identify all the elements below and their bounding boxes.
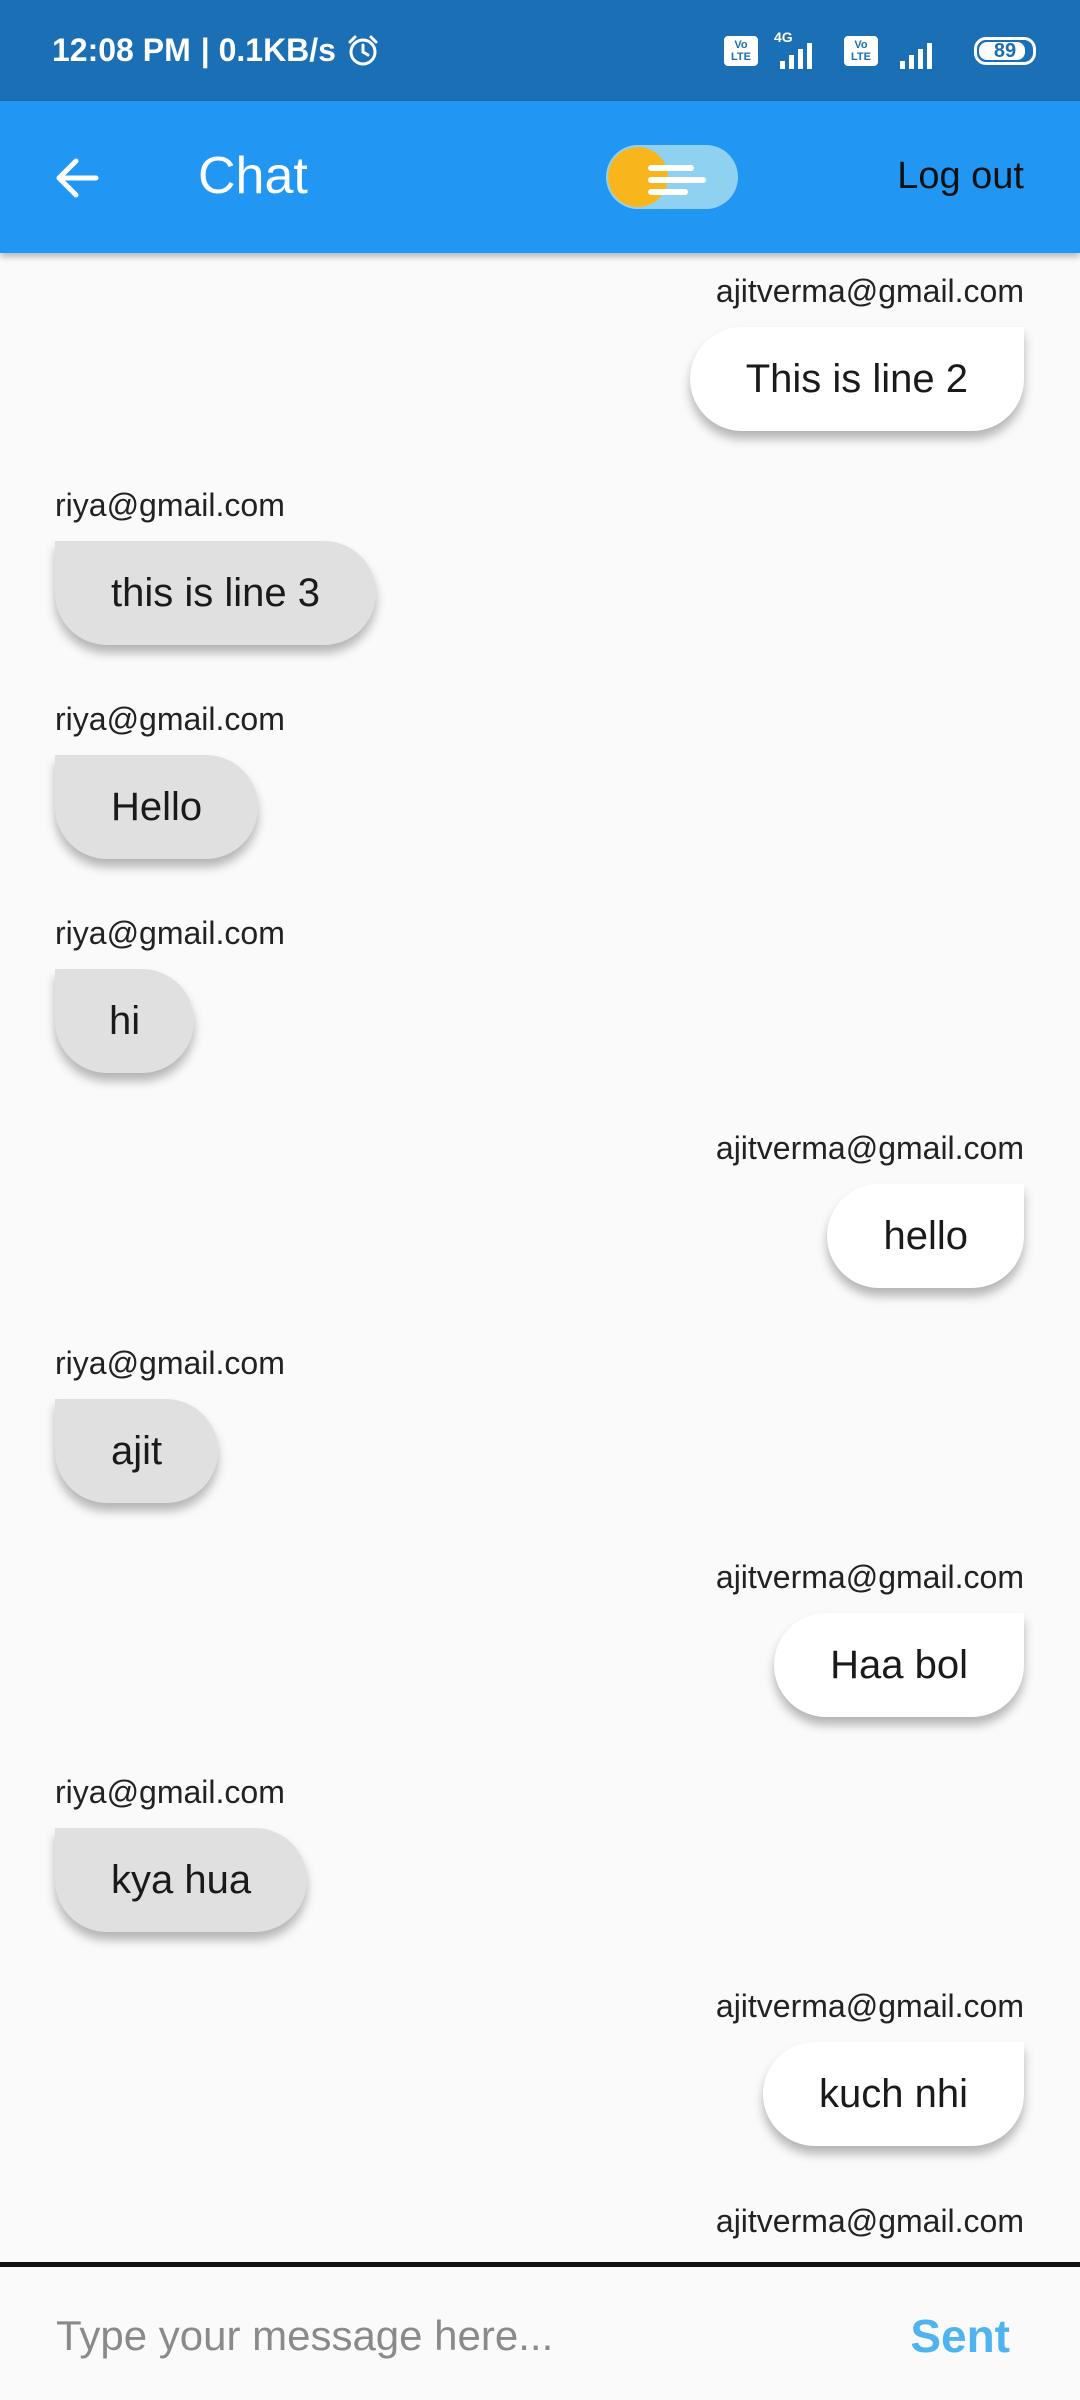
message-sender: riya@gmail.com bbox=[55, 915, 285, 951]
message-sender: riya@gmail.com bbox=[55, 1345, 285, 1381]
page-title: Chat bbox=[198, 147, 308, 205]
message-bubble: hi bbox=[55, 969, 195, 1073]
send-button[interactable]: Sent bbox=[910, 2309, 1010, 2363]
back-arrow-icon[interactable] bbox=[50, 151, 104, 205]
battery-level: 89 bbox=[993, 39, 1017, 62]
message-item: riya@gmail.com Hello bbox=[55, 699, 285, 859]
signal-icon: 4G bbox=[772, 29, 830, 71]
message-bubble: Hello bbox=[55, 755, 259, 859]
app-bar: Chat Log out bbox=[0, 101, 1080, 253]
message-bubble: kuch nhi bbox=[763, 2042, 1024, 2146]
status-time: 12:08 PM bbox=[52, 32, 191, 68]
volte-icon: Vo LTE bbox=[724, 35, 758, 66]
message-bubble: this is line 3 bbox=[55, 541, 376, 645]
message-item: riya@gmail.com ajit bbox=[55, 1343, 285, 1503]
message-item: riya@gmail.com hi bbox=[55, 913, 285, 1073]
signal-icon-2 bbox=[892, 31, 950, 71]
message-composer: Sent bbox=[0, 2262, 1080, 2400]
message-sender: ajitverma@gmail.com bbox=[715, 273, 1024, 309]
message-item: ajitverma@gmail.com Haa bol bbox=[716, 1557, 1024, 1717]
status-bar: 12:08 PM | 0.1KB/s Vo LTE 4G Vo LTE 89 bbox=[0, 0, 1080, 101]
message-item: ajitverma@gmail.com bbox=[716, 2201, 1024, 2241]
logout-button[interactable]: Log out bbox=[897, 155, 1024, 198]
alarm-icon bbox=[348, 35, 378, 65]
message-sender: riya@gmail.com bbox=[55, 1774, 285, 1810]
battery-icon: 89 bbox=[974, 36, 1036, 65]
message-bubble: hello bbox=[827, 1184, 1024, 1288]
message-input[interactable] bbox=[54, 2295, 838, 2377]
message-bubble: Haa bol bbox=[774, 1613, 1024, 1717]
message-sender: riya@gmail.com bbox=[55, 701, 285, 737]
message-item: ajitverma@gmail.com hello bbox=[716, 1128, 1024, 1288]
message-bubble: kya hua bbox=[55, 1828, 308, 1932]
message-sender: riya@gmail.com bbox=[55, 487, 285, 523]
message-item: riya@gmail.com kya hua bbox=[55, 1772, 308, 1932]
message-bubble: ajit bbox=[55, 1399, 219, 1503]
message-sender: ajitverma@gmail.com bbox=[715, 1988, 1024, 2024]
message-item: ajitverma@gmail.com kuch nhi bbox=[716, 1986, 1024, 2146]
volte-icon-2: Vo LTE bbox=[844, 35, 878, 66]
message-bubble: This is line 2 bbox=[689, 327, 1024, 431]
status-speed: | 0.1KB/s bbox=[200, 32, 336, 68]
message-sender: ajitverma@gmail.com bbox=[715, 1130, 1024, 1166]
theme-toggle[interactable] bbox=[606, 145, 738, 209]
message-item: riya@gmail.com this is line 3 bbox=[55, 485, 376, 645]
chat-list[interactable]: ajitverma@gmail.com This is line 2 riya@… bbox=[0, 253, 1080, 2263]
menu-lines-icon bbox=[648, 165, 706, 201]
message-sender: ajitverma@gmail.com bbox=[715, 2203, 1024, 2239]
message-item: ajitverma@gmail.com This is line 2 bbox=[689, 271, 1024, 431]
message-sender: ajitverma@gmail.com bbox=[715, 1559, 1024, 1595]
